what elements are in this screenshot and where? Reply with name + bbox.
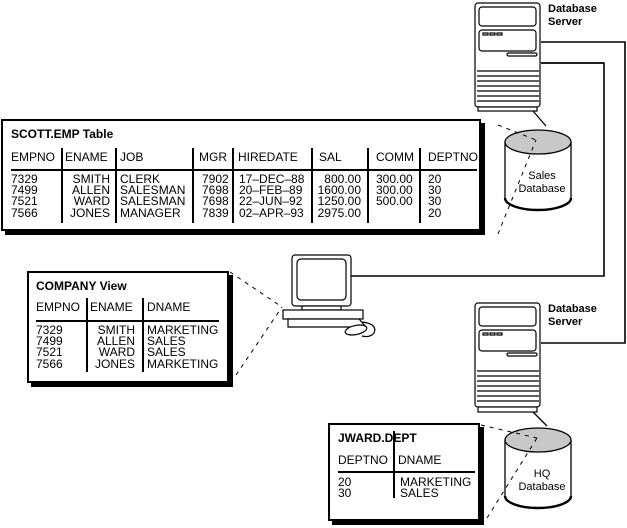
hq-database-label: HQ Database	[512, 468, 572, 494]
header-divider	[36, 320, 219, 322]
table-cell: MARKETING	[147, 356, 219, 371]
column-header: DNAME	[147, 300, 191, 314]
db-label-line2: Database	[518, 481, 566, 493]
column-divider	[367, 148, 369, 223]
header-divider	[11, 169, 477, 171]
table-cell: 7566	[11, 205, 38, 220]
client-workstation-icon	[282, 254, 376, 338]
jward-dept-panel: JWARD.DEPT DEPTNO DNAME 20 MARKETING 30 SALES	[328, 423, 480, 521]
column-divider	[192, 148, 194, 223]
column-divider	[232, 148, 234, 223]
sales-database-label: Sales Database	[512, 170, 572, 196]
server-label-line1: Database	[548, 3, 597, 15]
database-server-icon-top	[474, 2, 541, 112]
table-cell: SALES	[400, 486, 439, 501]
db-label-line1: Sales	[528, 170, 556, 182]
column-divider	[142, 298, 144, 372]
server-label-line2: Server	[548, 316, 583, 328]
column-header: ENAME	[90, 300, 133, 314]
database-server-icon-bottom	[474, 302, 541, 413]
db-label-line1: HQ	[533, 468, 551, 480]
column-header: DEPTNO	[428, 150, 479, 164]
panel-title: COMPANY View	[36, 279, 127, 293]
column-header: EMPNO	[36, 300, 81, 314]
table-cell: 02–APR–93	[239, 205, 304, 220]
column-header: HIREDATE	[238, 150, 298, 164]
table-cell: 500.00	[376, 194, 413, 209]
table-cell: JONES	[94, 356, 135, 371]
table-cell: 20	[428, 205, 442, 220]
server-label-top: Database Server	[548, 3, 597, 29]
column-header: DNAME	[398, 453, 442, 467]
table-cell: 30	[338, 486, 352, 501]
db-label-line2: Database	[518, 183, 566, 195]
scott-emp-table-panel: SCOTT.EMP Table EMPNO ENAME JOB MGR HIREDATE…	[1, 119, 481, 231]
company-view-panel: COMPANY View EMPNO ENAME DNAME 7329 SMITH MAR…	[27, 271, 229, 383]
diagram-canvas	[229, 2, 626, 519]
table-cell: JONES	[69, 205, 110, 220]
column-divider	[393, 431, 395, 498]
table-cell: 7839	[202, 205, 229, 220]
column-header: JOB	[120, 150, 144, 164]
server-2-to-hq-db-line	[532, 411, 548, 427]
table-cell: 2975.00	[317, 205, 361, 220]
server-label-line2: Server	[548, 16, 583, 28]
column-divider	[115, 148, 117, 223]
panel-title: JWARD.DEPT	[338, 431, 417, 445]
panel-title: SCOTT.EMP Table	[11, 127, 114, 141]
header-divider	[338, 471, 475, 473]
column-header: MGR	[199, 150, 227, 164]
column-divider	[419, 148, 421, 223]
column-header: SAL	[319, 150, 342, 164]
column-header: COMM	[376, 150, 414, 164]
server-1-to-sales-db-line	[532, 110, 547, 127]
table-cell: 7566	[36, 356, 63, 371]
server-label-line1: Database	[548, 303, 597, 315]
table-cell: MANAGER	[120, 205, 181, 220]
column-header: DEPTNO	[338, 453, 389, 467]
server-label-bottom: Database Server	[548, 303, 597, 329]
column-header: ENAME	[65, 150, 108, 164]
column-header: EMPNO	[11, 150, 56, 164]
